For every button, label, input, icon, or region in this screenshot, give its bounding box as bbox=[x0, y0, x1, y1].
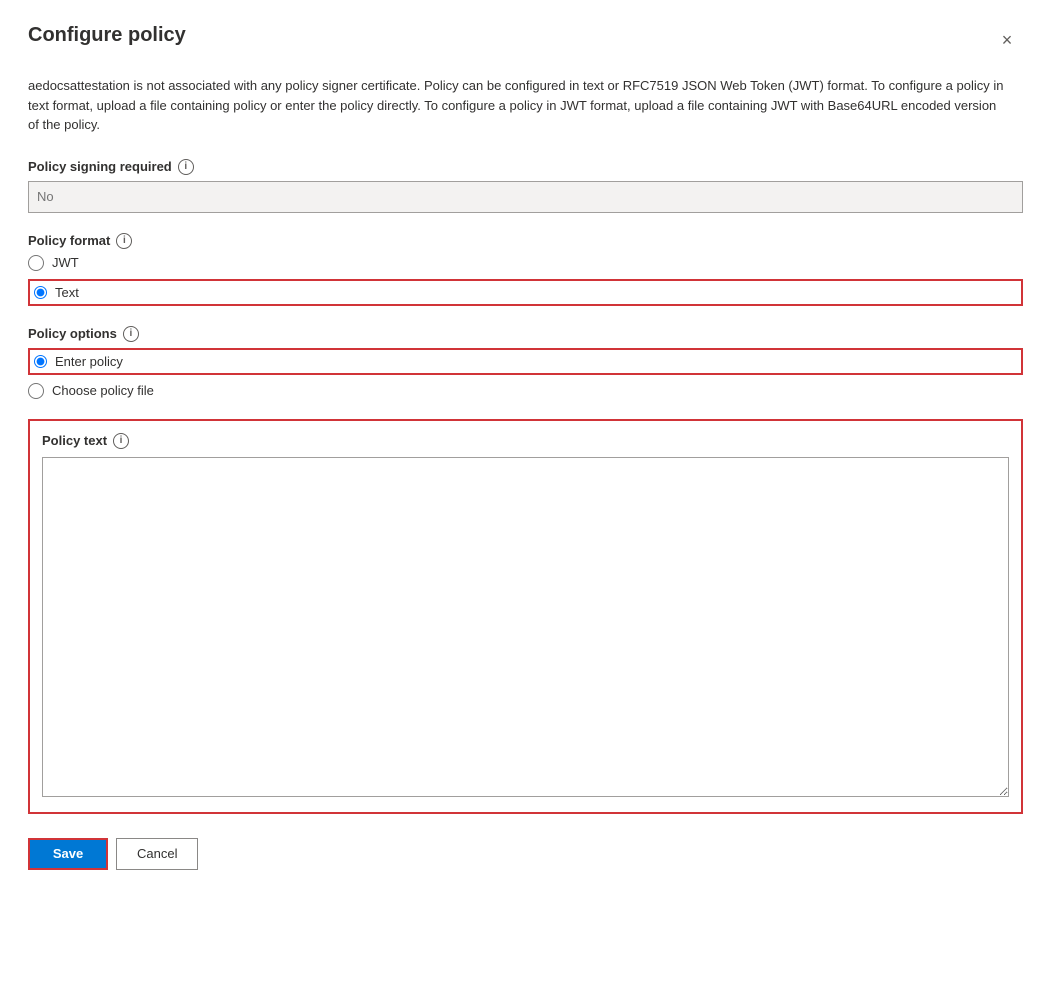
policy-options-label: Policy options i bbox=[28, 326, 1023, 342]
policy-options-enter-radio[interactable] bbox=[34, 355, 47, 368]
policy-options-enter-label: Enter policy bbox=[55, 354, 123, 369]
policy-text-label-text: Policy text bbox=[42, 433, 107, 448]
policy-options-file-option[interactable]: Choose policy file bbox=[28, 383, 1023, 399]
policy-format-group: Policy format i JWT Text bbox=[28, 233, 1023, 306]
policy-options-file-label: Choose policy file bbox=[52, 383, 154, 398]
policy-format-text-label: Text bbox=[55, 285, 79, 300]
configure-policy-dialog: Configure policy × aedocsattestation is … bbox=[0, 0, 1051, 986]
close-button[interactable]: × bbox=[991, 24, 1023, 56]
policy-signing-label-text: Policy signing required bbox=[28, 159, 172, 174]
policy-signing-label: Policy signing required i bbox=[28, 159, 1023, 175]
cancel-button[interactable]: Cancel bbox=[116, 838, 198, 870]
policy-options-enter-option[interactable]: Enter policy bbox=[28, 348, 1023, 375]
policy-format-info-icon[interactable]: i bbox=[116, 233, 132, 249]
policy-text-label: Policy text i bbox=[42, 433, 1009, 449]
policy-format-text-radio[interactable] bbox=[34, 286, 47, 299]
policy-format-jwt-label: JWT bbox=[52, 255, 79, 270]
policy-signing-group: Policy signing required i bbox=[28, 159, 1023, 213]
policy-format-jwt-option[interactable]: JWT bbox=[28, 255, 1023, 271]
policy-format-text-option[interactable]: Text bbox=[28, 279, 1023, 306]
save-button[interactable]: Save bbox=[28, 838, 108, 870]
policy-text-info-icon[interactable]: i bbox=[113, 433, 129, 449]
description-text: aedocsattestation is not associated with… bbox=[28, 76, 1008, 135]
policy-signing-info-icon[interactable]: i bbox=[178, 159, 194, 175]
policy-text-section: Policy text i bbox=[28, 419, 1023, 814]
policy-format-jwt-radio[interactable] bbox=[28, 255, 44, 271]
dialog-header: Configure policy × bbox=[28, 24, 1023, 56]
policy-format-options: JWT Text bbox=[28, 255, 1023, 306]
policy-options-group: Policy options i Enter policy Choose pol… bbox=[28, 326, 1023, 399]
button-row: Save Cancel bbox=[28, 838, 1023, 870]
policy-options-file-radio[interactable] bbox=[28, 383, 44, 399]
policy-options-info-icon[interactable]: i bbox=[123, 326, 139, 342]
policy-options-radio-group: Enter policy Choose policy file bbox=[28, 348, 1023, 399]
policy-signing-input[interactable] bbox=[28, 181, 1023, 213]
dialog-title: Configure policy bbox=[28, 24, 186, 47]
policy-options-label-text: Policy options bbox=[28, 326, 117, 341]
policy-format-label: Policy format i bbox=[28, 233, 1023, 249]
policy-text-textarea[interactable] bbox=[42, 457, 1009, 797]
policy-format-label-text: Policy format bbox=[28, 233, 110, 248]
